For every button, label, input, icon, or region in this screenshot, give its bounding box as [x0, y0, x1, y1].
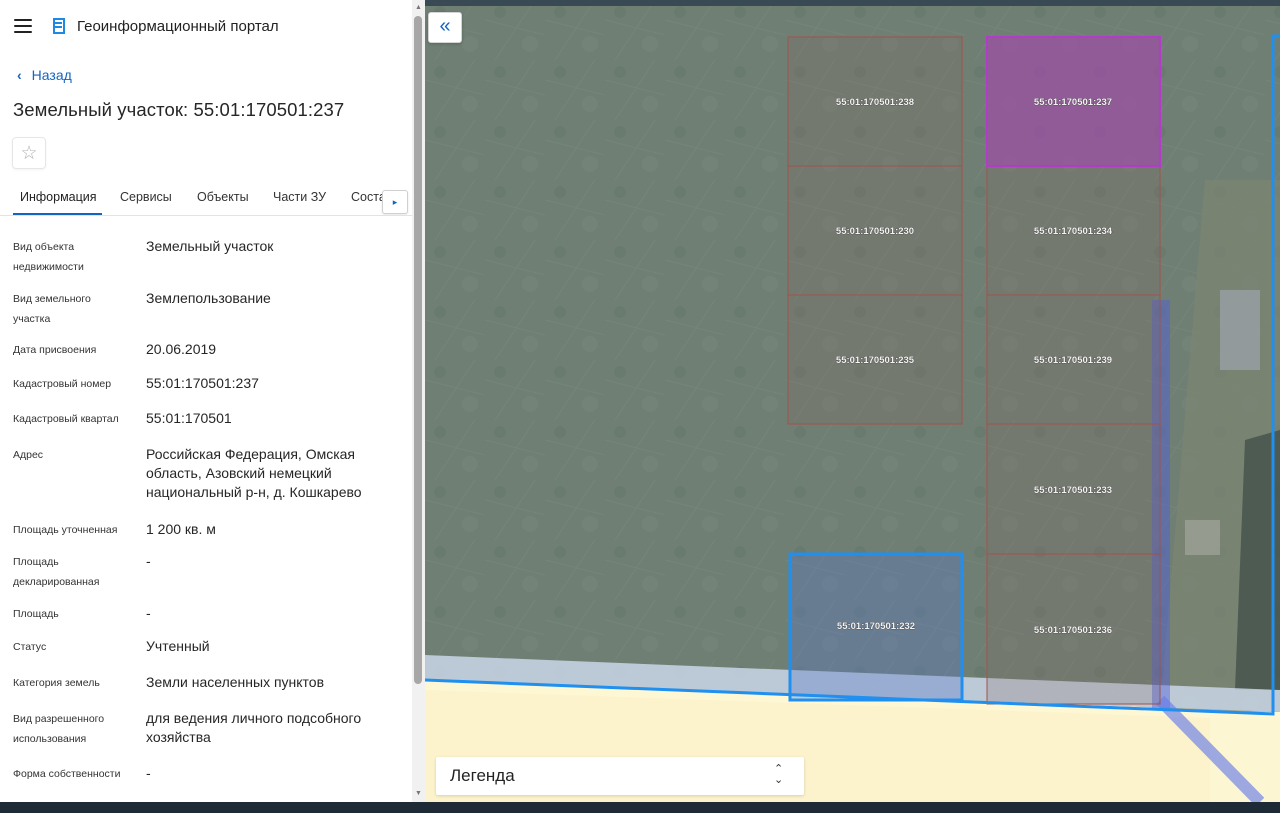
tab-objects[interactable]: Объекты: [197, 190, 249, 204]
active-tab-indicator: [13, 213, 102, 215]
info-label: Площадь: [13, 608, 59, 620]
back-link[interactable]: ‹ Назад: [17, 65, 72, 85]
double-chevron-left-icon: «: [439, 15, 451, 37]
info-label: Вид земельного участка: [13, 293, 91, 325]
page-title: Земельный участок: 55:01:170501:237: [13, 99, 345, 120]
info-value: -: [146, 605, 151, 621]
app-title[interactable]: Геоинформационный портал: [77, 18, 279, 35]
portal-logo-icon[interactable]: [50, 17, 68, 35]
legend-dropdown[interactable]: Легенда ⌃ ⌄: [436, 757, 804, 795]
info-value: Учтенный: [146, 638, 210, 654]
parcel-label: 55:01:170501:236: [1034, 625, 1112, 636]
parcel-label: 55:01:170501:233: [1034, 485, 1112, 496]
os-taskbar: [0, 802, 1280, 813]
info-label: Вид объекта недвижимости: [13, 241, 84, 273]
sort-arrows-icon: ⌃ ⌄: [774, 763, 784, 786]
info-label: Площадь декларированная: [13, 556, 100, 588]
info-value: для ведения личного подсобного хозяйства: [146, 710, 362, 745]
legend-label: Легенда: [450, 766, 515, 785]
tab-bar: Информация Сервисы Объекты Части ЗУ Сост…: [0, 182, 412, 216]
info-label: Площадь уточненная: [13, 524, 118, 536]
map-view[interactable]: 55:01:170501:238 55:01:170501:237 55:01:…: [425, 0, 1280, 802]
info-panel: Геоинформационный портал ‹ Назад Земельн…: [0, 0, 425, 802]
info-value: -: [146, 765, 151, 781]
hamburger-menu-icon[interactable]: [14, 19, 32, 33]
building-icon: [1185, 520, 1220, 555]
parcel-label: 55:01:170501:239: [1034, 355, 1112, 366]
info-value: Землепользование: [146, 290, 271, 306]
info-label: Кадастровый номер: [13, 378, 112, 390]
favorite-star-button[interactable]: ☆: [12, 137, 46, 169]
info-label: Вид разрешенного использования: [13, 713, 105, 745]
info-value: Земельный участок: [146, 238, 274, 254]
scroll-up-arrow-icon[interactable]: ▲: [415, 4, 422, 11]
star-icon: ☆: [20, 142, 38, 164]
info-value: 20.06.2019: [146, 341, 217, 357]
info-label: Адрес: [13, 449, 44, 461]
tab-information[interactable]: Информация: [20, 190, 97, 204]
parcel-label: 55:01:170501:237: [1034, 97, 1112, 108]
info-label: Кадастровый квартал: [13, 413, 119, 425]
caret-right-icon: ▸: [392, 196, 398, 207]
building-icon: [1220, 290, 1260, 370]
tab-services[interactable]: Сервисы: [120, 190, 172, 204]
info-value: -: [146, 553, 151, 569]
scrollbar-thumb[interactable]: [414, 16, 422, 684]
parcel-label: 55:01:170501:235: [836, 355, 915, 366]
info-value: 55:01:170501:237: [146, 375, 259, 391]
road-strip: [425, 0, 1280, 6]
chevron-left-icon: ‹: [17, 67, 22, 83]
map-canvas[interactable]: 55:01:170501:238 55:01:170501:237 55:01:…: [425, 0, 1280, 802]
parcel-label: 55:01:170501:234: [1034, 226, 1113, 237]
info-label: Категория земель: [13, 677, 100, 689]
parcel-label: 55:01:170501:238: [836, 97, 914, 108]
collapse-panel-button[interactable]: «: [428, 12, 462, 43]
info-value: Земли населенных пунктов: [146, 674, 325, 690]
header-bar: Геоинформационный портал: [0, 0, 412, 52]
tab-parts[interactable]: Части ЗУ: [273, 190, 326, 204]
info-value: 1 200 кв. м: [146, 521, 216, 537]
parcel-label: 55:01:170501:232: [837, 621, 915, 632]
info-label: Форма собственности: [13, 768, 121, 780]
scroll-down-arrow-icon[interactable]: ▼: [415, 790, 422, 797]
back-label: Назад: [31, 67, 72, 83]
info-value: 55:01:170501: [146, 410, 232, 426]
tab-scroll-right-button[interactable]: ▸: [382, 190, 408, 214]
parcel-label: 55:01:170501:230: [836, 226, 914, 237]
tab-composition[interactable]: Соста: [351, 190, 386, 204]
info-value: Российская Федерация, Омская область, Аз…: [146, 446, 362, 500]
info-label: Статус: [13, 641, 47, 653]
info-label: Дата присвоения: [13, 344, 97, 356]
